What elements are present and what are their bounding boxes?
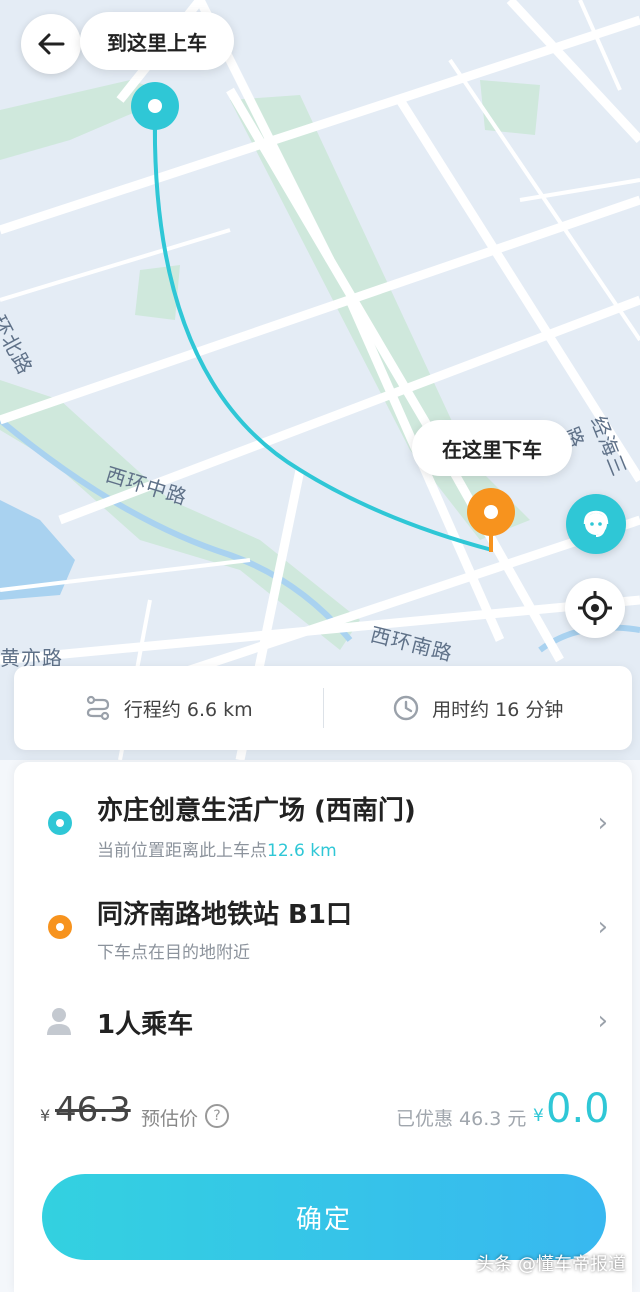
route-icon — [86, 695, 109, 721]
chevron-right-icon: › — [597, 1006, 608, 1036]
pickup-title: 亦庄创意生活广场 (西南门) — [97, 796, 416, 826]
passengers-row[interactable]: 1人乘车 › — [14, 996, 632, 1048]
trip-duration: 用时约 16 分钟 — [324, 694, 633, 722]
customer-service-button[interactable] — [566, 494, 626, 554]
back-button[interactable] — [21, 14, 81, 74]
pickup-row[interactable]: 亦庄创意生活广场 (西南门) 当前位置距离此上车点12.6 km › — [14, 782, 632, 872]
pickup-dot-icon — [48, 811, 72, 835]
price-row: ¥ 46.3 预估价 ? 已优惠 46.3 元 ¥ 0.0 — [0, 1086, 640, 1140]
dropoff-bubble-label: 在这里下车 — [442, 437, 542, 462]
watermark: 头条 @懂车帝报道 — [476, 1254, 626, 1275]
final-price: 0.0 — [546, 1086, 610, 1132]
dropoff-dot-icon — [48, 915, 72, 939]
map-view[interactable] — [0, 0, 640, 760]
trip-distance: 行程约 6.6 km — [14, 694, 323, 722]
original-price: 46.3 — [55, 1090, 131, 1130]
confirm-button[interactable]: 确定 — [42, 1174, 606, 1260]
final-currency: ¥ — [533, 1106, 544, 1126]
chevron-right-icon: › — [597, 808, 608, 838]
pickup-distance: 12.6 km — [267, 841, 337, 861]
locate-button[interactable] — [565, 578, 625, 638]
trip-info-card: 行程约 6.6 km 用时约 16 分钟 — [14, 666, 632, 750]
dropoff-row[interactable]: 同济南路地铁站 B1口 下车点在目的地附近 › — [14, 888, 632, 978]
help-icon[interactable]: ? — [205, 1104, 229, 1128]
chevron-right-icon: › — [597, 912, 608, 942]
arrow-left-icon — [38, 33, 65, 55]
trip-duration-text: 用时约 16 分钟 — [432, 698, 564, 721]
estimate-label: 预估价 — [141, 1108, 199, 1130]
headset-icon — [583, 510, 609, 537]
pickup-subtitle-prefix: 当前位置距离此上车点 — [97, 841, 267, 861]
clock-icon — [393, 695, 419, 721]
pickup-bubble[interactable]: 到这里上车 — [80, 12, 234, 70]
crosshair-icon — [578, 591, 612, 625]
discount-text: 已优惠 46.3 元 — [396, 1108, 527, 1130]
pickup-bubble-label: 到这里上车 — [107, 30, 207, 55]
currency-symbol: ¥ — [40, 1106, 51, 1125]
person-icon — [47, 1008, 71, 1035]
dropoff-title: 同济南路地铁站 B1口 — [97, 900, 352, 930]
confirm-label: 确定 — [295, 1204, 352, 1235]
pickup-subtitle: 当前位置距离此上车点12.6 km — [97, 836, 337, 861]
dropoff-subtitle: 下车点在目的地附近 — [97, 943, 250, 963]
dropoff-bubble[interactable]: 在这里下车 — [412, 420, 572, 476]
trip-distance-text: 行程约 6.6 km — [123, 698, 253, 721]
passengers-label: 1人乘车 — [97, 1010, 194, 1040]
park-area — [480, 80, 540, 135]
